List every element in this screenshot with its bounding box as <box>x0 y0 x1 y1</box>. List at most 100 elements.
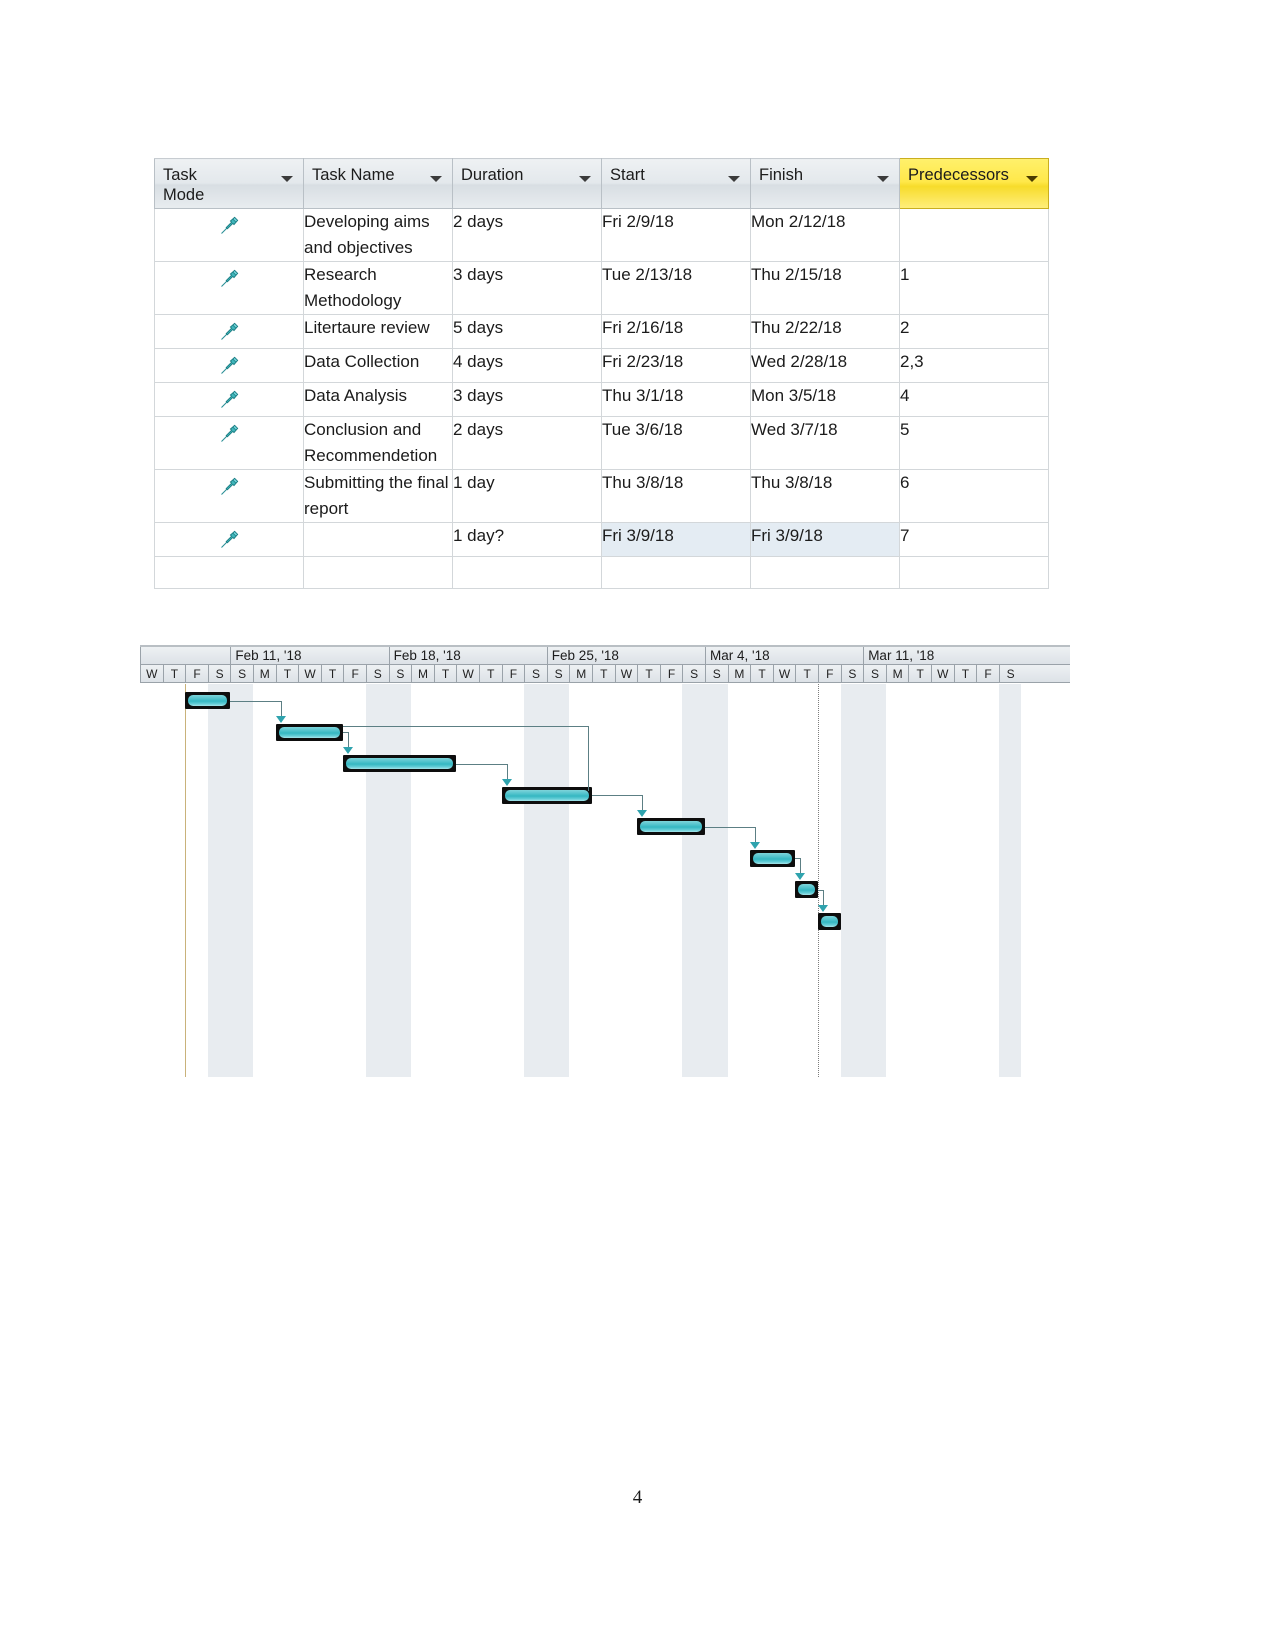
cell-finish[interactable]: Thu 2/15/18 <box>750 261 900 315</box>
cell-predecessors[interactable]: 1 <box>899 261 1049 315</box>
column-header-duration[interactable]: Duration <box>452 158 602 209</box>
table-row[interactable]: Developing aims and objectives 2 days Fri … <box>154 208 1049 262</box>
cell-task-name[interactable]: Data Analysis <box>303 382 453 417</box>
column-header-task-name-label: Task Name <box>312 166 395 184</box>
cell-duration[interactable] <box>452 556 602 589</box>
weekend-band <box>682 684 705 1077</box>
cell-task-mode[interactable] <box>154 261 304 315</box>
table-row[interactable] <box>154 556 1049 589</box>
column-header-task-mode[interactable]: Task Mode <box>154 158 304 209</box>
column-header-start[interactable]: Start <box>601 158 751 209</box>
gantt-task-bar[interactable] <box>818 912 841 930</box>
cell-duration[interactable]: 5 days <box>452 314 602 349</box>
cell-duration[interactable]: 1 day <box>452 469 602 523</box>
gantt-day-label: S <box>998 665 1022 682</box>
gantt-task-bar-fill <box>821 915 838 927</box>
cell-task-mode[interactable] <box>154 314 304 349</box>
cell-start[interactable] <box>601 556 751 589</box>
cell-task-name[interactable]: Research Methodology <box>303 261 453 315</box>
cell-predecessors[interactable] <box>899 556 1049 589</box>
gantt-task-bar-fill <box>188 695 228 706</box>
gantt-task-bar[interactable] <box>501 786 592 804</box>
cell-task-mode[interactable] <box>154 382 304 417</box>
filter-arrow-icon-task-name[interactable] <box>430 176 442 182</box>
cell-start[interactable]: Tue 3/6/18 <box>601 416 751 470</box>
cell-finish[interactable]: Thu 3/8/18 <box>750 469 900 523</box>
cell-start[interactable]: Fri 2/16/18 <box>601 314 751 349</box>
column-header-finish[interactable]: Finish <box>750 158 900 209</box>
cell-duration[interactable]: 3 days <box>452 382 602 417</box>
cell-start[interactable]: Tue 2/13/18 <box>601 261 751 315</box>
filter-arrow-icon-task-mode[interactable] <box>281 176 293 182</box>
weekend-band <box>524 684 547 1077</box>
cell-task-name[interactable]: Developing aims and objectives <box>303 208 453 262</box>
cell-task-mode[interactable] <box>154 522 304 557</box>
cell-finish[interactable]: Thu 2/22/18 <box>750 314 900 349</box>
column-header-task-name[interactable]: Task Name <box>303 158 453 209</box>
cell-start[interactable]: Fri 2/23/18 <box>601 348 751 383</box>
cell-predecessors[interactable]: 5 <box>899 416 1049 470</box>
cell-task-name[interactable] <box>303 556 453 589</box>
cell-duration[interactable]: 1 day? <box>452 522 602 557</box>
cell-finish[interactable]: Wed 2/28/18 <box>750 348 900 383</box>
cell-predecessors[interactable]: 2,3 <box>899 348 1049 383</box>
pushpin-icon <box>218 321 240 343</box>
gantt-task-bar[interactable] <box>637 818 705 835</box>
cell-predecessors[interactable] <box>899 208 1049 262</box>
cell-task-name[interactable]: Litertaure review <box>303 314 453 349</box>
cell-predecessors[interactable]: 7 <box>899 522 1049 557</box>
cell-start[interactable]: Fri 3/9/18 <box>601 522 751 557</box>
cell-start[interactable]: Thu 3/8/18 <box>601 469 751 523</box>
cell-finish[interactable]: Fri 3/9/18 <box>750 522 900 557</box>
cell-predecessors[interactable]: 2 <box>899 314 1049 349</box>
cell-task-mode[interactable] <box>154 348 304 383</box>
cell-task-mode[interactable] <box>154 208 304 262</box>
gantt-task-bar[interactable] <box>750 849 796 867</box>
cell-task-name[interactable]: Submitting the final report <box>303 469 453 523</box>
gantt-week-row: Feb 11, '18 Feb 18, '18 Feb 25, '18 Mar 4, … <box>140 647 1070 665</box>
cell-task-mode[interactable] <box>154 416 304 470</box>
gantt-day-label: T <box>320 665 344 682</box>
cell-start[interactable]: Thu 3/1/18 <box>601 382 751 417</box>
table-row[interactable]: Data Analysis 3 days Thu 3/1/18 Mon 3/5/18 4 <box>154 382 1049 417</box>
cell-task-name[interactable] <box>303 522 453 557</box>
gantt-task-bar[interactable] <box>343 755 457 772</box>
dependency-arrow-icon <box>501 778 512 786</box>
cell-task-mode[interactable] <box>154 469 304 523</box>
header-row: Task Mode Task Name Duration Start Finis… <box>154 158 1049 209</box>
column-header-predecessors[interactable]: Predecessors <box>899 158 1049 209</box>
gantt-task-bar[interactable] <box>275 723 344 741</box>
cell-finish[interactable]: Wed 3/7/18 <box>750 416 900 470</box>
gantt-body <box>140 684 1070 1077</box>
filter-arrow-icon-duration[interactable] <box>579 176 591 182</box>
cell-duration[interactable]: 4 days <box>452 348 602 383</box>
gantt-task-bar[interactable] <box>185 692 231 709</box>
cell-task-mode[interactable] <box>154 556 304 589</box>
cell-predecessors[interactable]: 6 <box>899 469 1049 523</box>
gantt-day-label: S <box>207 665 231 682</box>
table-row[interactable]: Submitting the final report 1 day Thu 3/8/… <box>154 469 1049 523</box>
cell-task-name[interactable]: Data Collection <box>303 348 453 383</box>
cell-predecessors[interactable]: 4 <box>899 382 1049 417</box>
dependency-arrow-icon <box>343 747 354 754</box>
cell-duration[interactable]: 2 days <box>452 416 602 470</box>
table-row[interactable]: Conclusion and Recommendetion 2 days Tue 3… <box>154 416 1049 470</box>
gantt-task-bar[interactable] <box>795 881 818 898</box>
filter-arrow-icon-finish[interactable] <box>877 176 889 182</box>
cell-task-name[interactable]: Conclusion and Recommendetion <box>303 416 453 470</box>
cell-duration[interactable]: 2 days <box>452 208 602 262</box>
table-row[interactable]: Research Methodology 3 days Tue 2/13/18 Thu… <box>154 261 1049 315</box>
filter-arrow-icon-predecessors[interactable] <box>1026 176 1038 182</box>
table-row[interactable]: Data Collection 4 days Fri 2/23/18 Wed 2/28… <box>154 348 1049 383</box>
pushpin-icon <box>218 215 240 237</box>
table-row[interactable]: Litertaure review 5 days Fri 2/16/18 Thu 2/… <box>154 314 1049 349</box>
filter-arrow-icon-start[interactable] <box>728 176 740 182</box>
cell-start[interactable]: Fri 2/9/18 <box>601 208 751 262</box>
dependency-link-segment <box>755 826 757 843</box>
cell-finish[interactable] <box>750 556 900 589</box>
cell-duration[interactable]: 3 days <box>452 261 602 315</box>
table-row[interactable]: 1 day? Fri 3/9/18 Fri 3/9/18 7 <box>154 522 1049 557</box>
cell-finish[interactable]: Mon 3/5/18 <box>750 382 900 417</box>
cell-finish[interactable]: Mon 2/12/18 <box>750 208 900 262</box>
column-header-task-mode-label: Task Mode <box>163 166 205 204</box>
